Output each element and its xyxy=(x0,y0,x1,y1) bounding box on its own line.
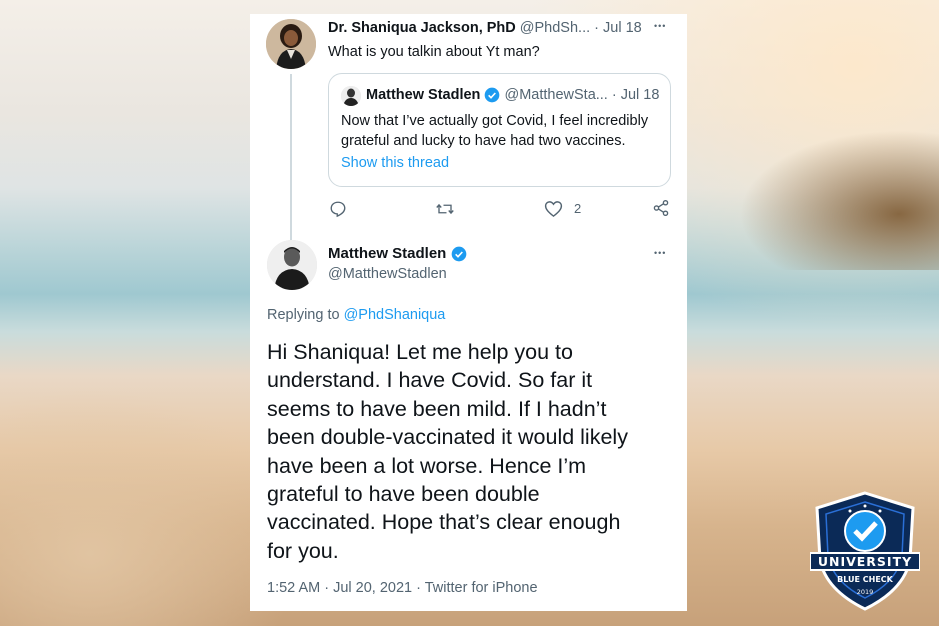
tweet-body-line: seems to have been mild. If I hadn’t xyxy=(267,396,607,421)
tweet-body-line: grateful to have been double xyxy=(267,482,540,507)
tweet-body-line: have been a lot worse. Hence I’m xyxy=(267,453,587,478)
tweet-timestamp[interactable]: 1:52 AM · Jul 20, 2021 · Twitter for iPh… xyxy=(267,580,538,596)
tweet-date[interactable]: · Jul 18 xyxy=(594,20,642,36)
author-handle[interactable]: @MatthewStadlen xyxy=(328,266,447,282)
more-options-icon[interactable]: ••• xyxy=(654,22,666,31)
tweet-text: What is you talkin about Yt man? xyxy=(328,44,540,60)
tweet-card: Dr. Shaniqua Jackson, PhD @PhdSh... · Ju… xyxy=(250,14,687,611)
quoted-author-handle: @MatthewSta... xyxy=(504,87,608,103)
like-count: 2 xyxy=(574,201,582,216)
show-thread-link[interactable]: Show this thread xyxy=(341,155,449,171)
badge-subtitle: BLUE CHECK xyxy=(837,575,894,584)
badge-title: UNIVERSITY xyxy=(818,554,912,569)
replying-to-label: Replying to xyxy=(267,307,340,323)
avatar[interactable] xyxy=(267,240,317,290)
badge-year: 2019 xyxy=(857,588,874,596)
tweet-body-line: understand. I have Covid. So far it xyxy=(267,368,593,393)
share-icon[interactable] xyxy=(652,199,670,217)
quoted-author-name: Matthew Stadlen xyxy=(366,87,481,103)
quoted-text-line: grateful and lucky to have had two vacci… xyxy=(341,133,626,149)
heart-icon[interactable] xyxy=(544,200,563,218)
avatar[interactable] xyxy=(266,19,316,69)
quoted-tweet[interactable]: Matthew Stadlen @MatthewSta... · Jul 18 … xyxy=(328,73,671,187)
tweet-body-line: Hi Shaniqua! Let me help you to xyxy=(267,340,573,364)
more-options-icon[interactable]: ••• xyxy=(654,249,666,258)
tweet-body-line: vaccinated. Hope that’s clear enough xyxy=(267,510,621,535)
university-blue-check-logo: UNIVERSITY BLUE CHECK 2019 xyxy=(809,490,921,612)
thread-connector xyxy=(290,74,292,250)
author-handle[interactable]: @PhdSh... xyxy=(520,20,590,36)
quoted-date: · Jul 18 xyxy=(611,87,660,103)
author-name[interactable]: Dr. Shaniqua Jackson, PhD xyxy=(328,20,516,36)
tweet-body: Hi Shaniqua! Let me help you to understa… xyxy=(267,338,628,565)
retweet-icon[interactable] xyxy=(435,200,455,218)
reply-icon[interactable] xyxy=(329,200,347,218)
author-name[interactable]: Matthew Stadlen xyxy=(328,245,446,262)
tweet-body-line: been double-vaccinated it would likely xyxy=(267,425,628,450)
replying-to-handle[interactable]: @PhdShaniqua xyxy=(344,307,446,323)
background-headland xyxy=(739,130,939,270)
quoted-text-line: Now that I’ve actually got Covid, I feel… xyxy=(341,113,649,129)
avatar xyxy=(341,86,361,106)
tweet-body-line: for you. xyxy=(267,538,339,563)
verified-check-icon xyxy=(451,246,466,262)
verified-check-icon xyxy=(485,87,500,103)
